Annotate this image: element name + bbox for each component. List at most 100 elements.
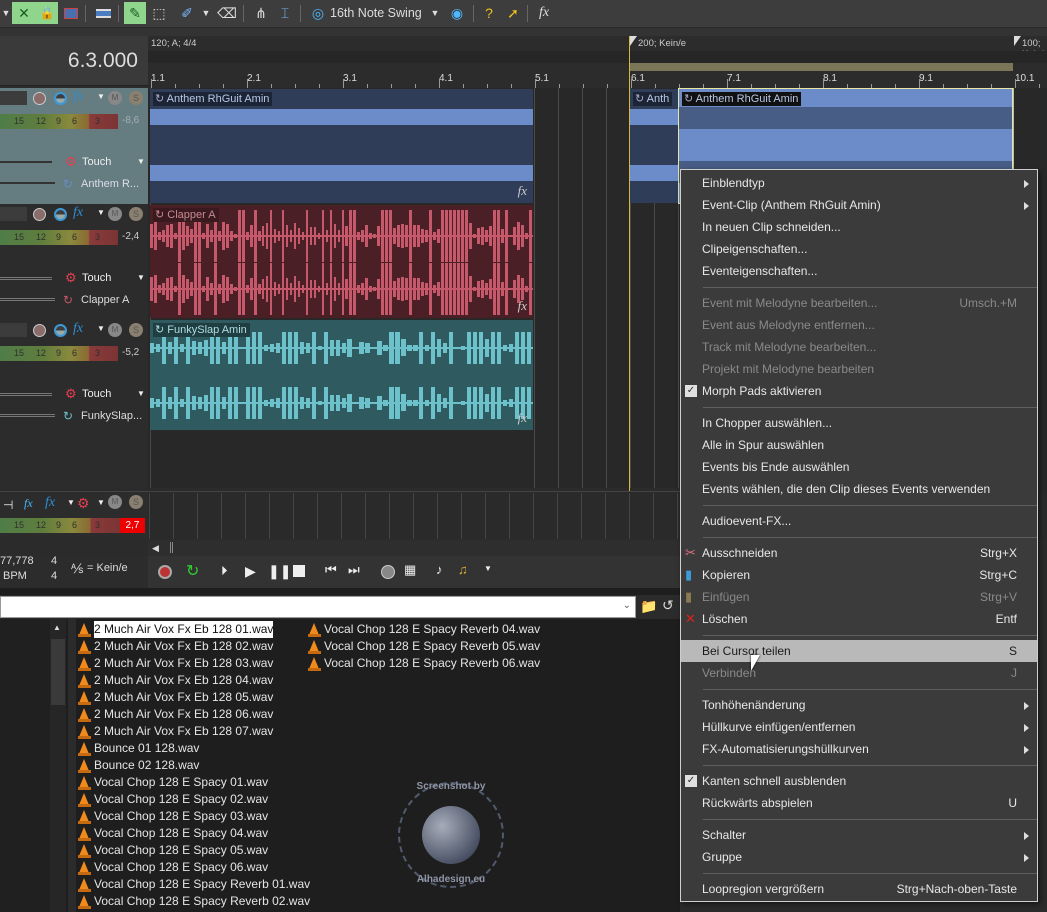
- file-item[interactable]: 2 Much Air Vox Fx Eb 128 05.wav: [78, 689, 273, 706]
- phase-icon[interactable]: [54, 324, 67, 337]
- menu-item[interactable]: Events bis Ende auswählen: [681, 456, 1037, 478]
- go-to-start-button[interactable]: ⏮: [325, 562, 337, 578]
- menu-item[interactable]: Alle in Spur auswählen: [681, 434, 1037, 456]
- file-item[interactable]: 2 Much Air Vox Fx Eb 128 02.wav: [78, 638, 273, 655]
- track-header-anthem[interactable]: fx ▼ M S 15 12 9 6 3 -8,6 ⚙ Touch ▼ ↻ Anthem…: [0, 88, 148, 204]
- track-options-dropdown-icon[interactable]: ▼: [97, 324, 105, 333]
- split-tool-icon[interactable]: ⋔: [250, 2, 272, 24]
- file-item[interactable]: Vocal Chop 128 E Spacy Reverb 02.wav: [78, 893, 310, 910]
- tempo-value[interactable]: 77,778: [0, 555, 34, 567]
- file-item[interactable]: 2 Much Air Vox Fx Eb 128 01.wav: [78, 621, 274, 638]
- scroll-thumb[interactable]: [51, 639, 65, 705]
- time-signature-bottom[interactable]: 4: [51, 570, 57, 582]
- whats-this-help-icon[interactable]: ➚: [502, 2, 524, 24]
- folder-tree[interactable]: [0, 619, 50, 912]
- menu-item[interactable]: FX-Automatisierungshüllkurven: [681, 738, 1037, 760]
- lock-envelopes-icon[interactable]: 🔒: [36, 2, 58, 24]
- menu-item[interactable]: Clipeigenschaften...: [681, 238, 1037, 260]
- solo-icon[interactable]: S: [129, 323, 143, 337]
- automation-gear-icon[interactable]: ⚙: [65, 270, 77, 286]
- menu-item[interactable]: ✕ Löschen Entf: [681, 608, 1037, 630]
- track-fx-icon[interactable]: fx: [73, 89, 83, 105]
- groove-dropdown-icon[interactable]: ▼: [428, 2, 442, 24]
- volume-slider[interactable]: [0, 277, 52, 280]
- menu-item[interactable]: Event-Clip (Anthem RhGuit Amin): [681, 194, 1037, 216]
- eraser-tool-icon[interactable]: ⌫: [216, 2, 238, 24]
- file-item[interactable]: 2 Much Air Vox Fx Eb 128 06.wav: [78, 706, 273, 723]
- menu-item[interactable]: Gruppe: [681, 846, 1037, 868]
- event-fx-icon[interactable]: fx: [518, 298, 527, 314]
- menu-item[interactable]: Rückwärts abspielen U: [681, 792, 1037, 814]
- track-name[interactable]: Clapper A: [81, 294, 129, 306]
- envelope-tool-icon[interactable]: ✐: [176, 2, 198, 24]
- phase-icon[interactable]: [54, 208, 67, 221]
- automation-gear-icon[interactable]: ⚙: [65, 386, 77, 402]
- file-item[interactable]: Bounce 01 128.wav: [78, 740, 199, 757]
- file-item[interactable]: 2 Much Air Vox Fx Eb 128 03.wav: [78, 655, 273, 672]
- automation-mode[interactable]: Touch: [82, 156, 111, 168]
- event-fx-icon[interactable]: fx: [518, 410, 527, 426]
- menu-item[interactable]: ✓ Morph Pads aktivieren: [681, 380, 1037, 402]
- loop-playback-button[interactable]: ↻: [186, 561, 199, 581]
- master-fx-icon[interactable]: fx: [45, 495, 55, 511]
- routing-icon[interactable]: ⊣: [3, 498, 13, 512]
- menu-item[interactable]: ▮ Kopieren Strg+C: [681, 564, 1037, 586]
- folder-up-icon[interactable]: 📁: [640, 598, 657, 615]
- marker-bar[interactable]: 120; A; 4/4 200; Kein/e 100; Kein/e: [148, 36, 1047, 60]
- auto-crossfade-icon[interactable]: ✕: [12, 2, 36, 24]
- automation-dropdown-icon[interactable]: ▼: [137, 157, 145, 166]
- pan-slider[interactable]: [0, 182, 55, 184]
- transport-dropdown-icon[interactable]: ▼: [484, 564, 492, 573]
- envelope-dropdown-icon[interactable]: ▼: [200, 2, 212, 24]
- track-fx-icon[interactable]: fx: [73, 205, 83, 221]
- help-icon[interactable]: ?: [478, 2, 500, 24]
- automation-gear-icon[interactable]: ⚙: [65, 154, 77, 170]
- file-item[interactable]: Vocal Chop 128 E Spacy Reverb 05.wav: [308, 638, 540, 655]
- event-fx-icon[interactable]: fx: [518, 183, 527, 199]
- tempo-marker[interactable]: 200; Kein/e: [638, 38, 686, 49]
- file-item[interactable]: Vocal Chop 128 E Spacy 01.wav: [78, 774, 268, 791]
- track-name-field[interactable]: [0, 91, 27, 105]
- master-fx-dropdown-icon[interactable]: ▼: [67, 498, 75, 507]
- menu-item[interactable]: Audioevent-FX...: [681, 510, 1037, 532]
- menu-item[interactable]: Einblendtyp: [681, 172, 1037, 194]
- loop-region[interactable]: [630, 63, 1013, 71]
- groove-selector[interactable]: 16th Note Swing: [330, 2, 426, 24]
- track-name-field[interactable]: [0, 323, 27, 337]
- track-fx-icon[interactable]: fx: [73, 321, 83, 337]
- master-fx-chain-icon[interactable]: fx: [24, 496, 33, 511]
- master-solo-icon[interactable]: S: [129, 495, 143, 509]
- menu-item[interactable]: ✓ Kanten schnell ausblenden: [681, 770, 1037, 792]
- mute-icon[interactable]: M: [108, 207, 122, 221]
- arm-record-icon[interactable]: [33, 92, 46, 105]
- track-header-funkyslap[interactable]: fx ▼ M S 15 12 9 6 3 -5,2 ⚙ Touch ▼ ↻ FunkyS…: [0, 320, 148, 432]
- stop-button[interactable]: [293, 565, 305, 577]
- key-signature[interactable]: = Kein/e: [87, 562, 128, 574]
- file-item[interactable]: Vocal Chop 128 E Spacy Reverb 01.wav: [78, 876, 310, 893]
- phase-icon[interactable]: [54, 92, 67, 105]
- play-from-start-button[interactable]: ⏵: [221, 563, 228, 579]
- master-peak-clip[interactable]: 2,7: [120, 518, 145, 533]
- play-button[interactable]: ▶: [245, 563, 256, 580]
- audio-event-anthem[interactable]: ↻ Anthem RhGuit Amin fx: [150, 89, 533, 203]
- tree-scrollbar[interactable]: ▲: [50, 619, 66, 912]
- file-item[interactable]: Vocal Chop 128 E Spacy Reverb 04.wav: [308, 621, 540, 638]
- track-options-dropdown-icon[interactable]: ▼: [97, 208, 105, 217]
- count-in-icon[interactable]: ♫: [458, 562, 468, 577]
- menu-item[interactable]: Bei Cursor teilen S: [681, 640, 1037, 662]
- click-icon[interactable]: ♪: [436, 562, 443, 577]
- menu-item[interactable]: Events wählen, die den Clip dieses Event…: [681, 478, 1037, 500]
- draw-tool-icon[interactable]: ✎: [124, 2, 146, 24]
- tempo-marker-flag[interactable]: [1014, 36, 1021, 46]
- menu-item[interactable]: Hüllkurve einfügen/entfernen: [681, 716, 1037, 738]
- time-signature-top[interactable]: 4: [51, 555, 57, 567]
- toolbar-dropdown-icon[interactable]: ▼: [0, 2, 12, 24]
- menu-item[interactable]: Tonhöhenänderung: [681, 694, 1037, 716]
- time-selection-icon[interactable]: ⌶: [274, 2, 296, 24]
- master-automation-dropdown-icon[interactable]: ▼: [97, 498, 105, 507]
- audio-event-clapper[interactable]: ↻ Clapper A fx: [150, 205, 533, 318]
- solo-icon[interactable]: S: [129, 91, 143, 105]
- automation-mode[interactable]: Touch: [82, 272, 111, 284]
- audio-event-anthem-short[interactable]: ↻ Anth: [630, 89, 678, 203]
- track-name-field[interactable]: [0, 207, 27, 221]
